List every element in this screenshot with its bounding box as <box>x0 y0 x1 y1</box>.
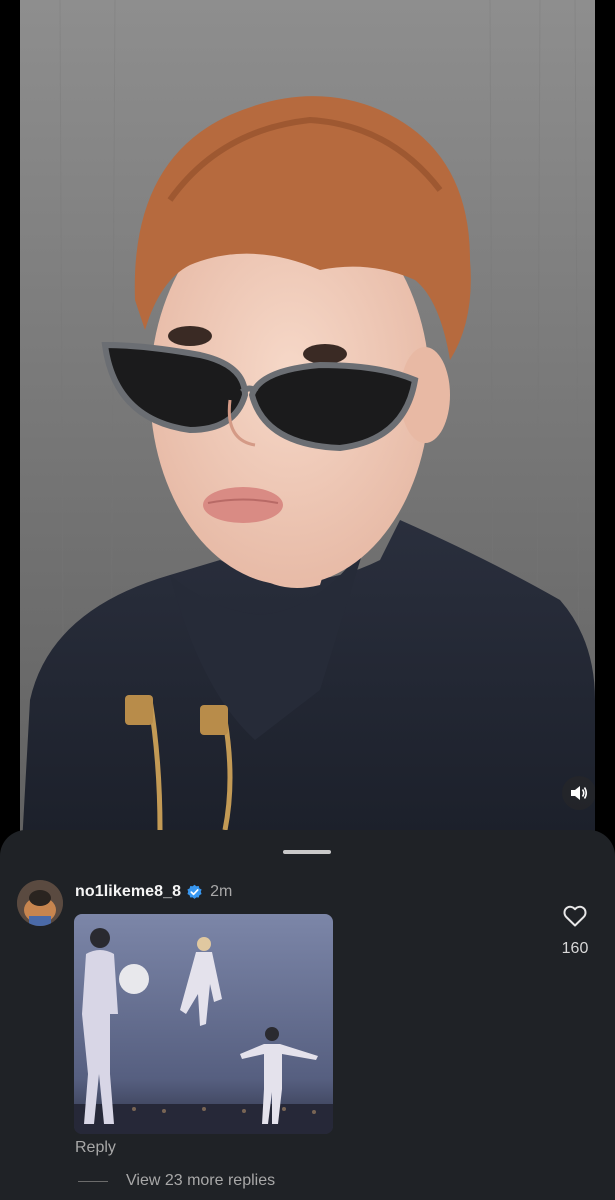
avatar[interactable] <box>17 880 63 926</box>
comment-header: no1likeme8_8 2m <box>75 881 232 903</box>
comment-username[interactable]: no1likeme8_8 <box>75 883 181 901</box>
view-more-replies-button[interactable]: View 23 more replies <box>78 1171 275 1191</box>
like-count: 160 <box>561 940 589 957</box>
comments-sheet: no1likeme8_8 2m Reply View 23 more repli… <box>0 830 615 1200</box>
mute-toggle-button[interactable] <box>562 776 595 810</box>
video-frame-illustration <box>20 0 595 880</box>
view-more-replies-label: View 23 more replies <box>126 1172 276 1189</box>
replies-divider <box>78 1180 108 1182</box>
story-reply-screen: no1likeme8_8 2m Reply View 23 more repli… <box>0 0 615 1200</box>
video-player[interactable] <box>20 0 595 880</box>
sheet-drag-handle[interactable] <box>283 850 331 854</box>
comment-attached-photo[interactable] <box>74 914 333 1134</box>
comment-timestamp: 2m <box>210 883 233 900</box>
like-button[interactable] <box>562 905 588 932</box>
speaker-volume-icon <box>570 785 588 801</box>
reply-button[interactable]: Reply <box>75 1139 116 1157</box>
heart-outline-icon <box>563 905 587 932</box>
verified-badge-icon <box>186 884 203 901</box>
